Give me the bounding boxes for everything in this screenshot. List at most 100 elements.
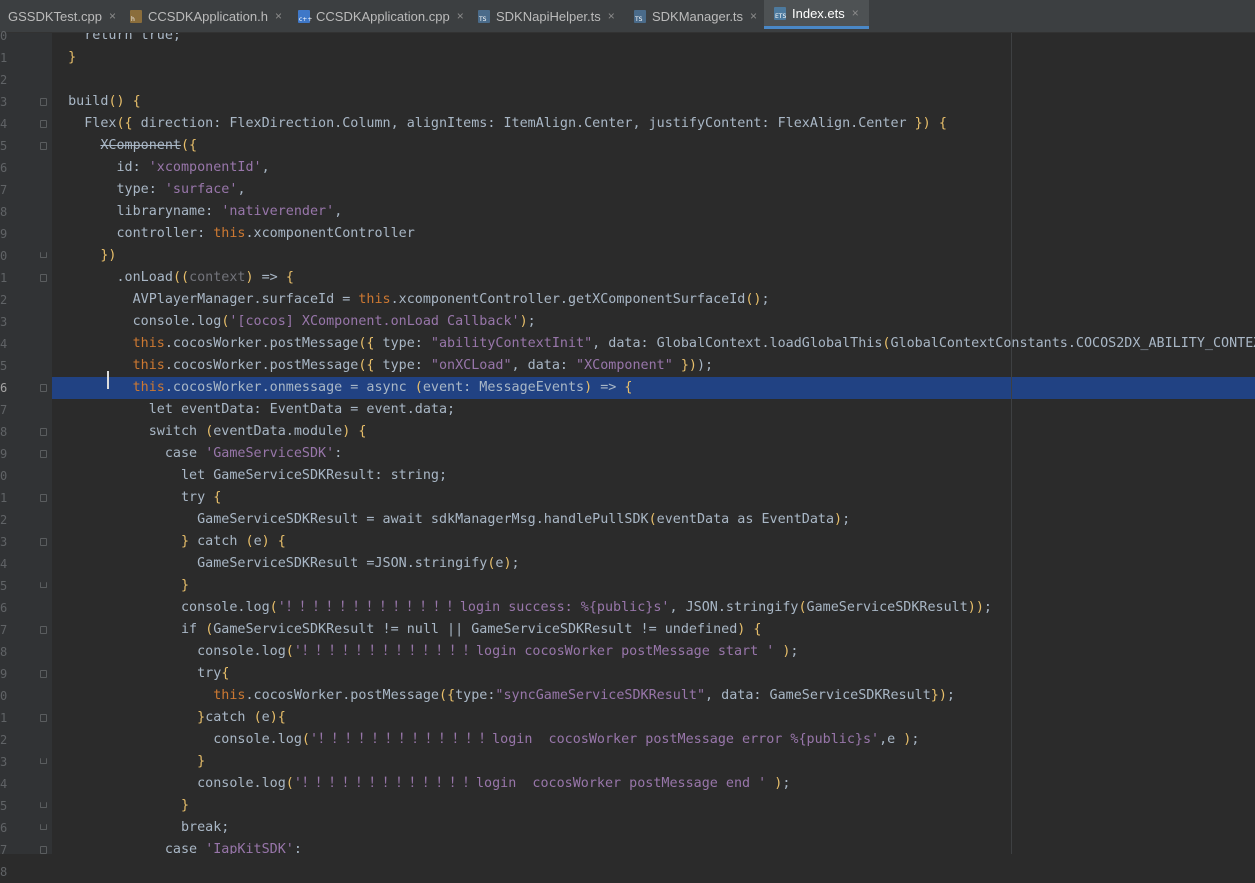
fold-marker-icon[interactable] bbox=[40, 384, 47, 392]
code-line[interactable]: console.log('！！！！！！！！！！！！！login cocosWor… bbox=[52, 773, 1255, 795]
tab-index-ets[interactable]: ETS Index.ets × bbox=[764, 0, 869, 29]
tab-ccsdkapplication-h[interactable]: h CCSDKApplication.h × bbox=[120, 0, 288, 32]
code-line[interactable]: } bbox=[52, 751, 1255, 773]
code-line[interactable]: libraryname: 'nativerender', bbox=[52, 201, 1255, 223]
fold-marker-icon[interactable] bbox=[40, 252, 47, 258]
tab-ccsdkapplication-cpp[interactable]: c++ CCSDKApplication.cpp × bbox=[288, 0, 468, 32]
close-tab-icon[interactable]: × bbox=[457, 9, 464, 23]
code-line[interactable]: this.cocosWorker.postMessage({ type: "ab… bbox=[52, 333, 1255, 355]
ets-file-icon: ETS bbox=[774, 6, 786, 20]
code-token: '！！！！！！！！！！！！！login cocosWorker postMess… bbox=[293, 776, 767, 791]
code-token: .cocosWorker.postMessage bbox=[164, 358, 359, 373]
code-token: try bbox=[52, 490, 214, 505]
close-tab-icon[interactable]: × bbox=[275, 9, 282, 23]
code-line[interactable]: switch (eventData.module) { bbox=[52, 421, 1255, 443]
code-line[interactable]: let GameServiceSDKResult: string; bbox=[52, 465, 1255, 487]
code-line[interactable]: console.log('！！！！！！！！！！！！！login cocosWor… bbox=[52, 729, 1255, 751]
fold-marker-icon[interactable] bbox=[40, 494, 47, 502]
code-line[interactable]: build() { bbox=[52, 91, 1255, 113]
line-number: 7 bbox=[0, 183, 8, 197]
close-tab-icon[interactable]: × bbox=[750, 9, 757, 23]
code-line[interactable]: controller: this.xcomponentController bbox=[52, 223, 1255, 245]
code-line[interactable]: .onLoad((context) => { bbox=[52, 267, 1255, 289]
fold-marker-icon[interactable] bbox=[40, 98, 47, 106]
code-line[interactable]: case 'GameServiceSDK': bbox=[52, 443, 1255, 465]
line-number: 4 bbox=[0, 117, 8, 131]
code-line[interactable]: }) bbox=[52, 245, 1255, 267]
code-line[interactable]: console.log('！！！！！！！！！！！！！login cocosWor… bbox=[52, 641, 1255, 663]
tab-label: CCSDKApplication.cpp bbox=[316, 8, 450, 24]
code-line[interactable]: try { bbox=[52, 487, 1255, 509]
code-line[interactable]: type: 'surface', bbox=[52, 179, 1255, 201]
tab-sdkmanager-ts[interactable]: TS SDKManager.ts × bbox=[624, 0, 764, 32]
code-line[interactable]: }catch (e){ bbox=[52, 707, 1255, 729]
code-line[interactable]: try{ bbox=[52, 663, 1255, 685]
fold-marker-icon[interactable] bbox=[40, 846, 47, 854]
line-number: 9 bbox=[0, 227, 8, 241]
code-token: console.log bbox=[52, 314, 222, 329]
line-number: 8 bbox=[0, 425, 8, 439]
code-line[interactable]: console.log('！！！！！！！！！！！！！login success:… bbox=[52, 597, 1255, 619]
code-line[interactable]: } bbox=[52, 795, 1255, 817]
code-line[interactable]: break; bbox=[52, 817, 1255, 839]
fold-marker-icon[interactable] bbox=[40, 802, 47, 808]
fold-marker-icon[interactable] bbox=[40, 626, 47, 634]
code-line[interactable] bbox=[52, 69, 1255, 91]
fold-marker-icon[interactable] bbox=[40, 450, 47, 458]
code-token: ( bbox=[269, 600, 278, 615]
line-number: 2 bbox=[0, 73, 8, 87]
fold-marker-icon[interactable] bbox=[40, 714, 47, 722]
code-line[interactable]: GameServiceSDKResult = await sdkManagerM… bbox=[52, 509, 1255, 531]
fold-marker-icon[interactable] bbox=[40, 582, 47, 588]
code-token: ; bbox=[911, 732, 920, 747]
fold-marker-icon[interactable] bbox=[40, 120, 47, 128]
code-line[interactable]: console.log('[cocos] XComponent.onLoad C… bbox=[52, 311, 1255, 333]
line-number: 0 bbox=[0, 689, 8, 703]
code-token: case bbox=[52, 446, 206, 461]
fold-marker-icon[interactable] bbox=[40, 428, 47, 436]
fold-marker-icon[interactable] bbox=[40, 670, 47, 678]
line-number: 2 bbox=[0, 513, 8, 527]
fold-marker-icon[interactable] bbox=[40, 758, 47, 764]
code-line[interactable]: AVPlayerManager.surfaceId = this.xcompon… bbox=[52, 289, 1255, 311]
line-number: 9 bbox=[0, 447, 8, 461]
code-line[interactable]: if (GameServiceSDKResult != null || Game… bbox=[52, 619, 1255, 641]
code-line[interactable]: } bbox=[52, 575, 1255, 597]
code-line[interactable]: } catch (e) { bbox=[52, 531, 1255, 553]
code-line[interactable]: Flex({ direction: FlexDirection.Column, … bbox=[52, 113, 1255, 135]
fold-marker-icon[interactable] bbox=[40, 538, 47, 546]
line-number: 6 bbox=[0, 381, 8, 395]
code-token: '！！！！！！！！！！！！！login success: %{public}s' bbox=[277, 600, 670, 615]
code-line[interactable]: return true; bbox=[52, 33, 1255, 47]
code-token: 'GameServiceSDK' bbox=[205, 446, 335, 461]
fold-marker-icon[interactable] bbox=[40, 274, 47, 282]
tab-sdknapihelper-ts[interactable]: TS SDKNapiHelper.ts × bbox=[468, 0, 624, 32]
code-line[interactable]: GameServiceSDKResult =JSON.stringify(e); bbox=[52, 553, 1255, 575]
close-tab-icon[interactable]: × bbox=[109, 9, 116, 23]
code-line[interactable]: let eventData: EventData = event.data; bbox=[52, 399, 1255, 421]
code-token: } bbox=[197, 754, 206, 769]
code-token: { bbox=[213, 490, 222, 505]
code-line[interactable]: XComponent({ bbox=[52, 135, 1255, 157]
code-token: ({ bbox=[116, 116, 133, 131]
close-tab-icon[interactable]: × bbox=[608, 9, 615, 23]
code-line[interactable]: this.cocosWorker.postMessage({ type: "on… bbox=[52, 355, 1255, 377]
code-line[interactable]: id: 'xcomponentId', bbox=[52, 157, 1255, 179]
code-token: this bbox=[213, 688, 246, 703]
code-token: 'xcomponentId' bbox=[148, 160, 262, 175]
code-line-current[interactable]: this.cocosWorker.onmessage = async (even… bbox=[52, 377, 1255, 399]
code-line[interactable]: } bbox=[52, 47, 1255, 69]
code-line[interactable]: this.cocosWorker.postMessage({type:"sync… bbox=[52, 685, 1255, 707]
tab-gssdktest-cpp[interactable]: GSSDKTest.cpp × bbox=[0, 0, 120, 32]
code-line[interactable]: case 'IapKitSDK': bbox=[52, 839, 1255, 854]
code-token: , data: GameServiceSDKResult bbox=[705, 688, 931, 703]
fold-marker-icon[interactable] bbox=[40, 142, 47, 150]
code-token: ( bbox=[414, 380, 423, 395]
code-editor[interactable]: return true; } build() { Flex({ directio… bbox=[52, 33, 1255, 854]
code-token: e bbox=[253, 534, 262, 549]
close-tab-icon[interactable]: × bbox=[852, 6, 859, 20]
fold-marker-icon[interactable] bbox=[40, 824, 47, 830]
code-token: , JSON.stringify bbox=[669, 600, 799, 615]
